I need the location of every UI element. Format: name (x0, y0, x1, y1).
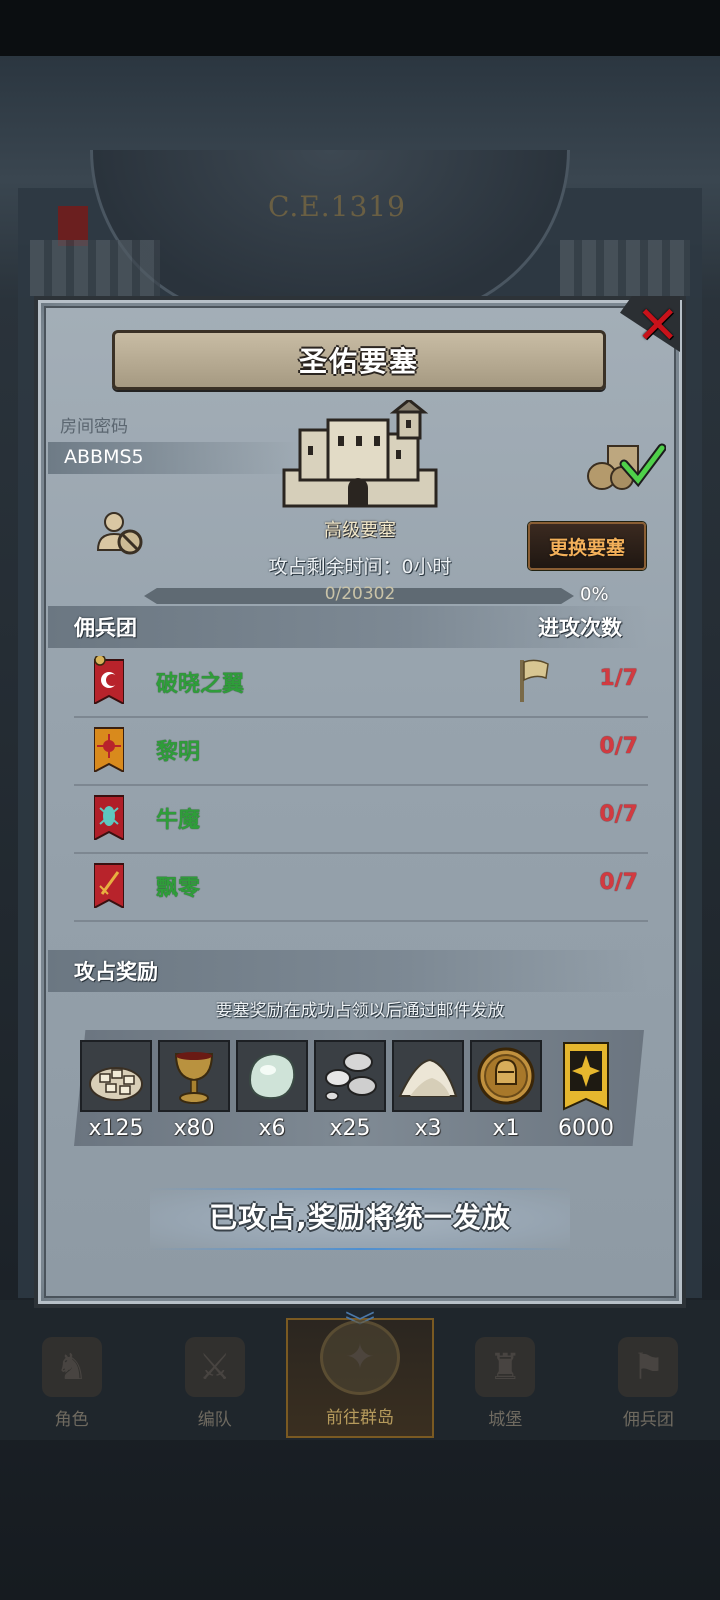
mercenary-row[interactable]: 牛魔 0/7 (74, 784, 648, 854)
nav-item-character[interactable]: ♞ 角色 (0, 1318, 143, 1438)
reward-qty: x3 (414, 1116, 442, 1141)
occupied-notice: 已攻占,奖励将统一发放 (209, 1201, 511, 1234)
reward-item[interactable]: x1 (470, 1040, 542, 1141)
formation-icon: ⚔ (184, 1337, 245, 1397)
fortress-icon (282, 400, 438, 508)
dialog-title-plate: 圣佑要塞 (112, 330, 606, 390)
occupied-line-bottom (150, 1248, 570, 1250)
reward-qty: x125 (88, 1116, 144, 1141)
status-bar (0, 0, 720, 56)
background-year: C.E.1319 (268, 190, 406, 223)
reward-header: 攻占奖励 (74, 960, 158, 984)
nav-label: 城堡 (488, 1410, 523, 1430)
dialog-title: 圣佑要塞 (298, 345, 419, 378)
reward-item[interactable]: 6000 (550, 1040, 622, 1141)
no-user-icon (96, 512, 143, 555)
red-beetle-banner-icon (94, 795, 124, 840)
reward-qty: x25 (329, 1116, 371, 1141)
attack-count: 0/7 (599, 870, 638, 895)
reward-item[interactable]: x80 (158, 1040, 230, 1141)
mercenary-icon: ⚑ (618, 1337, 679, 1397)
background-towers-left (30, 240, 160, 296)
orange-sun-banner-icon (94, 727, 124, 772)
nav-label: 角色 (54, 1410, 89, 1430)
capture-progress-text: 0/20302 (324, 584, 396, 604)
goblet-icon (158, 1040, 230, 1112)
attack-count-header: 进攻次数 (538, 616, 622, 640)
attack-flag-icon[interactable] (516, 656, 552, 704)
reward-qty: x6 (258, 1116, 286, 1141)
attack-count: 1/7 (599, 666, 638, 691)
mercenary-name: 牛魔 (156, 808, 201, 833)
mercenary-name: 飘零 (156, 876, 201, 901)
nav-item-formation[interactable]: ⚔ 编队 (143, 1318, 286, 1438)
change-fortress-button[interactable]: 更换要塞 (528, 522, 646, 570)
knight-helmet-coin-icon (470, 1040, 542, 1112)
character-icon: ♞ (41, 1337, 102, 1397)
mercenary-name: 黎明 (156, 740, 201, 765)
room-label: 房间密码 (60, 417, 128, 437)
game-screen: C.E.1319 ♞ 角色 ⚔ 编队 ︾ ✦ 前往群岛 ♜ 城堡 ⚑ 佣兵团 ✕ (0, 0, 720, 1600)
close-icon[interactable]: ✕ (636, 300, 680, 352)
islands-icon: ✦ (320, 1320, 400, 1395)
fortress-type: 高级要塞 (324, 520, 396, 541)
reward-item[interactable]: x6 (236, 1040, 308, 1141)
pale-gem-icon (236, 1040, 308, 1112)
salt-pile-icon (392, 1040, 464, 1112)
mercenary-row[interactable]: 破晓之翼 1/7 (74, 648, 648, 718)
reward-qty: x1 (492, 1116, 520, 1141)
capture-timer: 攻占剩余时间：0小时 (268, 556, 452, 578)
reward-qty: x80 (173, 1116, 215, 1141)
red-sword-banner-icon (94, 863, 124, 908)
background-towers-right (560, 240, 690, 296)
attack-count: 0/7 (599, 734, 638, 759)
reward-qty: 6000 (558, 1116, 614, 1141)
nav-item-castle[interactable]: ♜ 城堡 (434, 1318, 577, 1438)
occupied-line-top (150, 1188, 570, 1190)
castle-icon: ♜ (475, 1337, 536, 1397)
reward-item[interactable]: x3 (392, 1040, 464, 1141)
reward-note: 要塞奖励在成功占领以后通过邮件发放 (215, 1001, 505, 1021)
bottom-nav: ♞ 角色 ⚔ 编队 ︾ ✦ 前往群岛 ♜ 城堡 ⚑ 佣兵团 (0, 1310, 720, 1442)
mercenary-row[interactable]: 黎明 0/7 (74, 716, 648, 786)
nav-label: 编队 (197, 1410, 232, 1430)
mercenary-header: 佣兵团 (74, 616, 137, 640)
reward-item[interactable]: x25 (314, 1040, 386, 1141)
silver-ingots-icon (314, 1040, 386, 1112)
red-crescent-banner-icon (94, 656, 124, 704)
nav-item-mercenary[interactable]: ⚑ 佣兵团 (577, 1318, 720, 1438)
change-fortress-label: 更换要塞 (548, 536, 625, 559)
supply-claimed-icon (587, 443, 666, 490)
room-code[interactable]: ABBMS5 (64, 446, 144, 468)
reward-item[interactable]: x125 (80, 1040, 152, 1141)
capture-progress-percent: 0% (580, 584, 609, 605)
bread-pile-icon (80, 1040, 152, 1112)
mercenary-name: 破晓之翼 (156, 672, 245, 697)
nav-item-islands[interactable]: ︾ ✦ 前往群岛 (286, 1310, 434, 1438)
attack-count: 0/7 (599, 802, 638, 827)
nav-label: 佣兵团 (622, 1410, 674, 1430)
gold-banner-icon (550, 1040, 622, 1112)
nav-label: 前往群岛 (326, 1408, 394, 1428)
mercenary-row[interactable]: 飘零 0/7 (74, 852, 648, 922)
